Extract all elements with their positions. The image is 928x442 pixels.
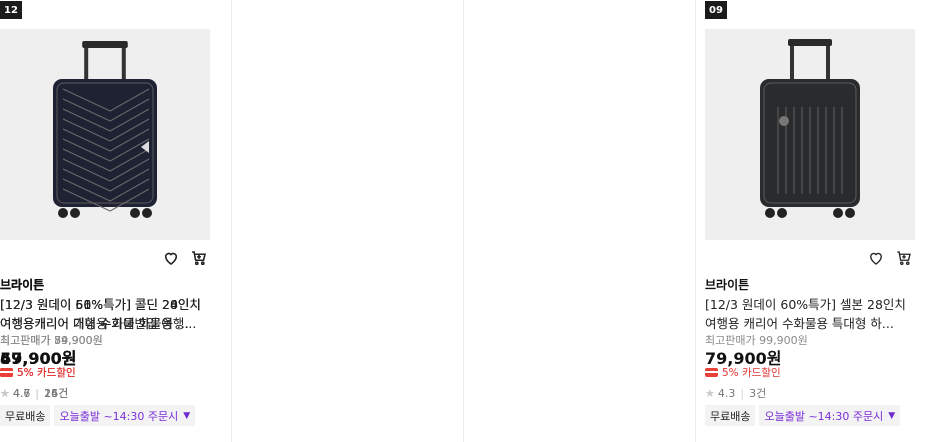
dropdown-triangle-icon: ▼ [183, 410, 191, 421]
heart-icon[interactable] [162, 249, 180, 267]
product-image[interactable] [0, 29, 210, 240]
rating: ★ 4.6 | 15건 [0, 385, 68, 401]
credit-card-icon [0, 368, 13, 377]
tag-row: 무료배송 오늘출발 ~14:30 주문시 ▼ [0, 405, 196, 426]
column-divider [695, 0, 696, 442]
rating-value: 4.6 [12, 386, 31, 400]
rank-badge: 09 [705, 1, 727, 19]
brand-name[interactable]: 브라이튼 [0, 276, 44, 293]
product-grid: 09 브라이튼 [12/3 원데이 60%특가] 셀본 28인치 여행용 캐리어… [0, 0, 928, 442]
title-line: [12/3 원데이 60%특가] 셀본 28인치 [705, 297, 906, 312]
title-line: [12/3 원데이 61%특가] 콜딘 24인치 [0, 297, 201, 312]
heart-icon[interactable] [867, 249, 885, 267]
title-line: 여행용캐리어 대형 수화물 화물용 ... [0, 316, 189, 331]
column-divider [231, 0, 232, 442]
review-count: 15건 [44, 387, 69, 400]
card-discount: 5% 카드할인 [0, 365, 76, 380]
credit-card-icon [705, 368, 718, 377]
delivery-tag[interactable]: 오늘출발 ~14:30 주문시 ▼ [54, 405, 196, 426]
product-image[interactable] [705, 29, 915, 240]
product-card[interactable]: 12 브라이튼 [12/3 원데이 61%특가] 콜딘 24인치 여행용캐리어 … [0, 0, 210, 442]
rank-badge: 12 [0, 1, 22, 19]
brand-name[interactable]: 브라이튼 [705, 276, 749, 293]
card-discount: 5% 카드할인 [705, 365, 781, 380]
card-actions [867, 249, 913, 267]
rating-separator: | [35, 386, 40, 400]
product-card[interactable]: 09 브라이튼 [12/3 원데이 60%특가] 셀본 28인치 여행용 캐리어… [705, 0, 915, 442]
cart-icon[interactable] [190, 249, 208, 267]
card-discount-label: 5% 카드할인 [17, 367, 76, 379]
dropdown-triangle-icon: ▼ [888, 410, 896, 421]
rating-separator: | [740, 386, 745, 400]
delivery-tag-label: 오늘출발 ~14:30 주문시 [764, 409, 884, 423]
title-line: 여행용 캐리어 수화물용 특대형 하... [705, 316, 894, 331]
delivery-tag[interactable]: 오늘출발 ~14:30 주문시 ▼ [759, 405, 901, 426]
star-icon: ★ [705, 386, 715, 400]
rating: ★ 4.3 | 3건 [705, 385, 766, 401]
free-shipping-tag: 무료배송 [705, 405, 756, 426]
delivery-tag-label: 오늘출발 ~14:30 주문시 [59, 409, 179, 423]
card-discount-label: 5% 카드할인 [722, 367, 781, 379]
product-title[interactable]: [12/3 원데이 61%특가] 콜딘 24인치 여행용캐리어 대형 수화물 화… [0, 295, 210, 333]
card-actions [162, 249, 208, 267]
review-count: 3건 [749, 387, 767, 400]
cart-icon[interactable] [895, 249, 913, 267]
free-shipping-tag: 무료배송 [0, 405, 51, 426]
column-divider [463, 0, 464, 442]
product-title[interactable]: [12/3 원데이 60%특가] 셀본 28인치 여행용 캐리어 수화물용 특대… [705, 295, 915, 333]
tag-row: 무료배송 오늘출발 ~14:30 주문시 ▼ [705, 405, 901, 426]
star-icon: ★ [0, 386, 10, 400]
rating-value: 4.3 [717, 386, 736, 400]
